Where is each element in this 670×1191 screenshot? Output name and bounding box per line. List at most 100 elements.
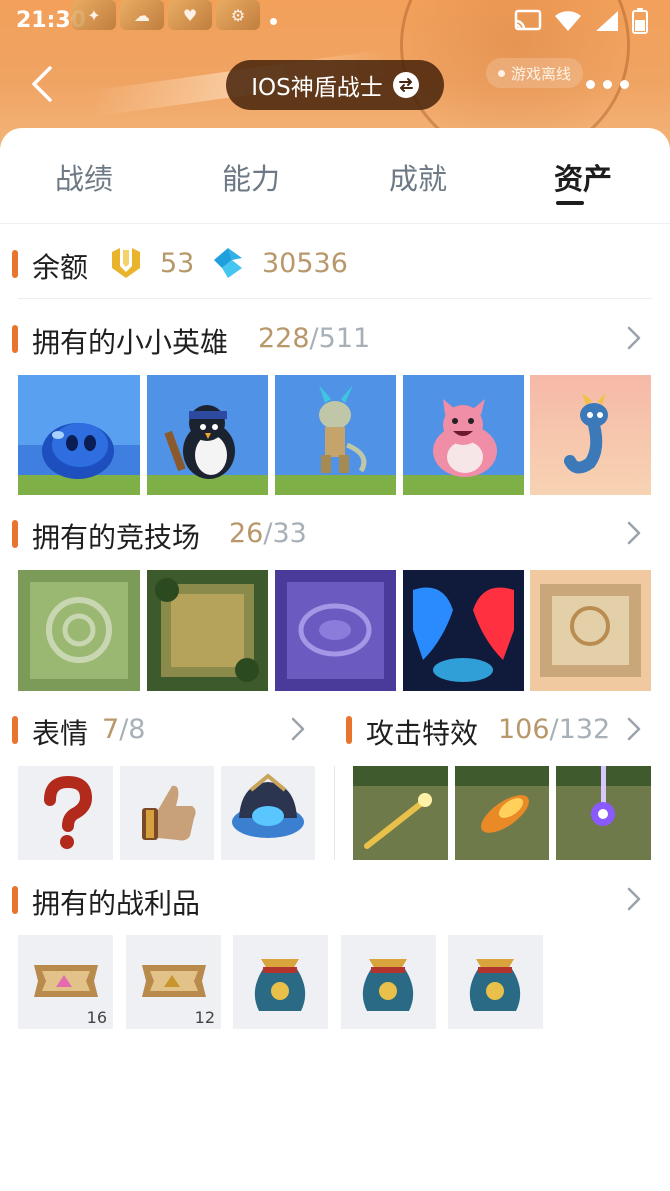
tab-record[interactable]: 战绩 xyxy=(55,156,113,198)
loot-count: 16 xyxy=(86,1008,107,1027)
legends-owned: 228 xyxy=(258,323,310,354)
game-notification-icon: ☁ xyxy=(120,0,164,30)
effects-count: 106/132 xyxy=(498,714,610,745)
cast-icon xyxy=(514,9,542,31)
arenas-more-chevron-icon[interactable] xyxy=(624,519,644,547)
emotes-total: /8 xyxy=(119,714,146,745)
section-marker xyxy=(12,520,18,548)
more-notifications-dot xyxy=(270,18,277,25)
status-notifications: ✦ ☁ ♥ ⚙ xyxy=(72,0,277,30)
blue-helmet-emote-icon xyxy=(232,773,304,838)
emotes-count: 7/8 xyxy=(102,714,145,745)
fire-bolt-effect-icon xyxy=(455,766,549,860)
emote-tile-blue-helmet[interactable] xyxy=(221,766,315,860)
arenas-title: 拥有的竞技场 xyxy=(32,521,201,554)
loot-more-chevron-icon[interactable] xyxy=(624,885,644,913)
dragon-warrior-legend-icon xyxy=(275,375,396,495)
coin-icon xyxy=(112,248,140,278)
golden-bolt-effect-icon xyxy=(353,766,448,860)
penguin-legend-icon xyxy=(147,375,268,495)
health-notification-icon: ♥ xyxy=(168,0,212,30)
more-dot xyxy=(586,80,595,89)
more-dot xyxy=(603,80,612,89)
treasure-bag-loot-icon xyxy=(362,959,414,1011)
emote-tile-thumbs-up[interactable] xyxy=(120,766,214,860)
column-divider xyxy=(334,766,335,860)
legend-tile-blue-blob[interactable] xyxy=(18,375,140,495)
arenas-total: /33 xyxy=(263,518,307,549)
effect-tile-fire-bolt[interactable] xyxy=(455,766,549,860)
section-marker xyxy=(12,886,18,914)
emotes-owned: 7 xyxy=(102,714,120,745)
loot-count: 12 xyxy=(194,1008,215,1027)
legends-total: /511 xyxy=(309,323,371,354)
game-notification-icon: ✦ xyxy=(72,0,116,30)
section-marker xyxy=(346,716,352,744)
golden-arena-icon xyxy=(530,570,651,691)
player-name: IOS神盾战士 xyxy=(251,75,383,101)
pink-cat-legend-icon xyxy=(403,375,524,495)
loot-tile-gold-ticket[interactable]: 12 xyxy=(126,935,221,1029)
arena-tile-jungle[interactable] xyxy=(147,570,268,691)
arenas-owned: 26 xyxy=(229,518,264,549)
question-mark-emote-icon xyxy=(44,775,93,849)
player-switch-button[interactable]: IOS神盾战士 xyxy=(226,60,444,110)
effect-tile-golden-bolt[interactable] xyxy=(353,766,448,860)
legend-tile-blue-dragon[interactable] xyxy=(530,375,651,495)
loot-tile-treasure-bag[interactable] xyxy=(448,935,543,1029)
thumbs-up-emote-icon xyxy=(142,785,196,841)
more-dot xyxy=(620,80,629,89)
chevron-left-icon xyxy=(32,66,52,102)
game-status-badge: 游戏离线 xyxy=(486,58,584,88)
jungle-arena-icon xyxy=(147,570,268,691)
emotes-more-chevron-icon[interactable] xyxy=(288,715,308,743)
effects-more-chevron-icon[interactable] xyxy=(624,715,644,743)
active-tab-indicator xyxy=(556,201,584,205)
gem-icon xyxy=(214,248,242,278)
gem-balance: 30536 xyxy=(262,248,348,279)
blue-dragon-legend-icon xyxy=(530,375,651,495)
ice-fire-dragon-arena-icon xyxy=(403,570,524,691)
effects-total: /132 xyxy=(549,714,611,745)
arena-tile-ice-fire-dragon[interactable] xyxy=(403,570,524,691)
back-button[interactable] xyxy=(22,62,66,106)
tab-achievements[interactable]: 成就 xyxy=(389,156,447,198)
emotes-title: 表情 xyxy=(32,717,89,750)
wifi-icon xyxy=(555,11,581,31)
swap-icon xyxy=(392,72,419,98)
legend-tile-pink-cat[interactable] xyxy=(403,375,524,495)
effects-owned: 106 xyxy=(498,714,550,745)
treasure-bag-loot-icon xyxy=(254,959,306,1011)
game-status-text: 游戏离线 xyxy=(511,64,572,83)
tab-ability[interactable]: 能力 xyxy=(222,156,280,198)
arena-tile-green-swirl[interactable] xyxy=(18,570,140,691)
section-divider xyxy=(18,298,652,299)
section-marker xyxy=(12,716,18,744)
coin-balance: 53 xyxy=(160,248,195,279)
effect-tile-purple-beam[interactable] xyxy=(556,766,651,860)
loot-title: 拥有的战利品 xyxy=(32,887,201,920)
legends-title: 拥有的小小英雄 xyxy=(32,326,229,359)
arenas-count: 26/33 xyxy=(229,518,307,549)
legend-tile-dragon-warrior[interactable] xyxy=(275,375,396,495)
arena-tile-golden[interactable] xyxy=(530,570,651,691)
tab-bar: 战绩 能力 成就 资产 xyxy=(0,128,670,224)
battery-icon xyxy=(632,8,648,34)
loot-tile-treasure-bag[interactable] xyxy=(233,935,328,1029)
treasure-bag-loot-icon xyxy=(469,959,521,1011)
section-marker xyxy=(12,250,18,278)
legends-more-chevron-icon[interactable] xyxy=(624,324,644,352)
emote-tile-question[interactable] xyxy=(18,766,113,860)
loot-tile-treasure-bag[interactable] xyxy=(341,935,436,1029)
blue-blob-legend-icon xyxy=(18,375,140,495)
loot-tile-pink-ticket[interactable]: 16 xyxy=(18,935,113,1029)
more-options-button[interactable] xyxy=(586,74,629,95)
balance-label: 余额 xyxy=(32,251,89,284)
legend-tile-penguin[interactable] xyxy=(147,375,268,495)
status-dot xyxy=(498,69,505,77)
tab-assets[interactable]: 资产 xyxy=(554,156,612,198)
purple-beam-effect-icon xyxy=(556,766,651,860)
purple-arena-icon xyxy=(275,570,396,691)
arena-tile-purple[interactable] xyxy=(275,570,396,691)
legends-count: 228/511 xyxy=(258,323,370,354)
